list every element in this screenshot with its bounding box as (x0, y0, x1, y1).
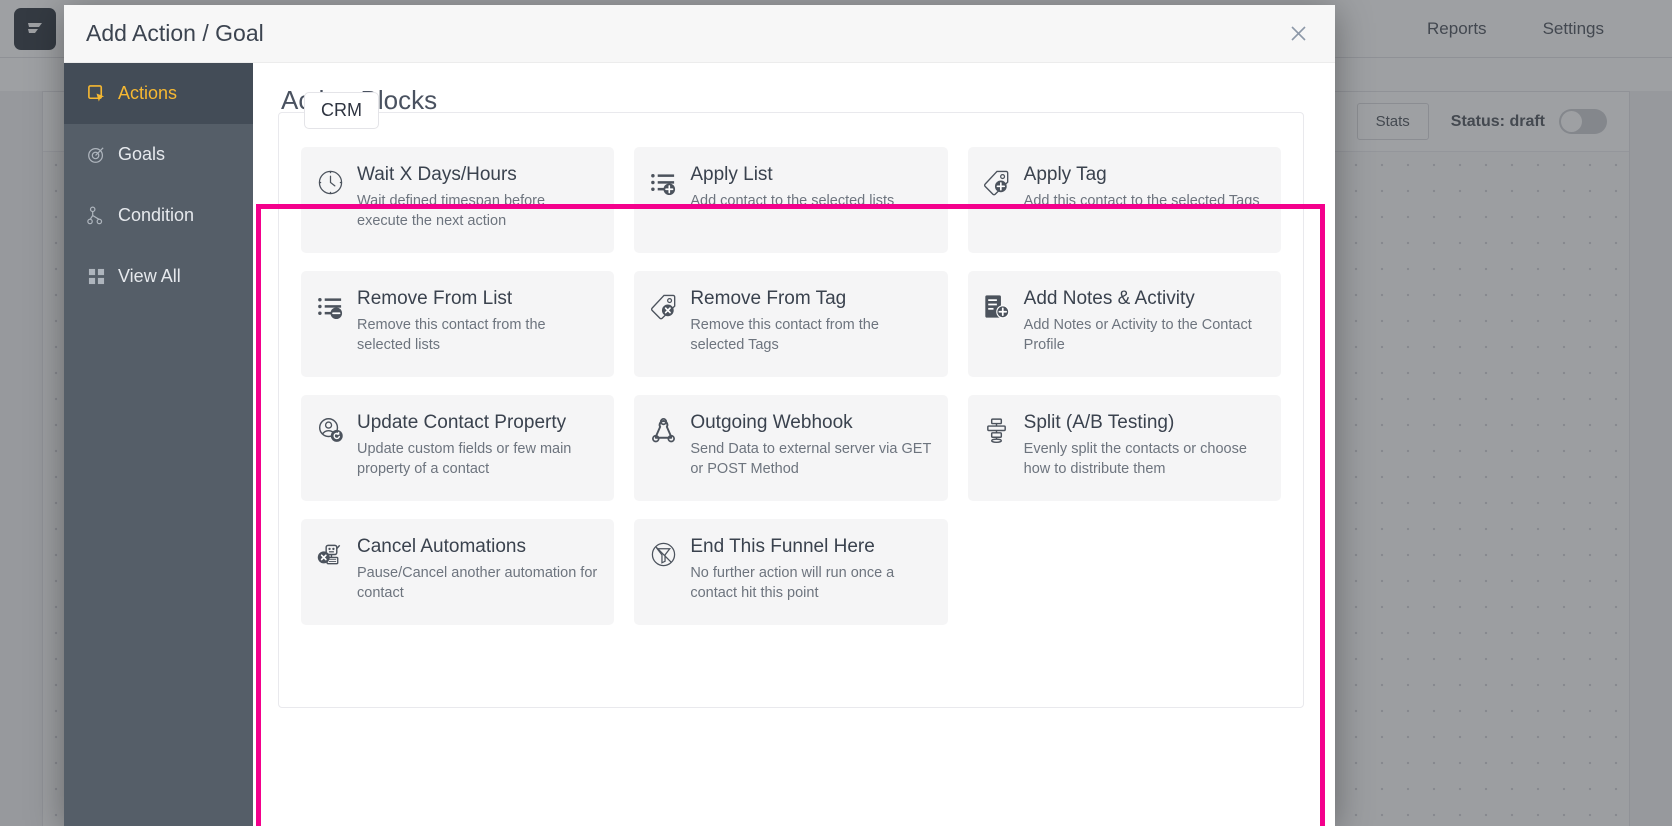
modal-title: Add Action / Goal (86, 20, 264, 46)
action-card-desc: Add Notes or Activity to the Contact Pro… (1023, 316, 1252, 354)
end-funnel-icon (648, 539, 678, 569)
action-card-remove-from-tag[interactable]: Remove From Tag Remove this contact from… (634, 271, 948, 377)
modal-body: Actions Goals Condition View All Blocks … (64, 63, 1335, 826)
sidebar-item-label: Actions (118, 83, 178, 103)
action-card-text: Add Notes & Activity Add Notes or Activi… (1024, 287, 1265, 361)
action-card-text: Apply List Add contact to the selected l… (690, 163, 894, 237)
action-card-text: Wait X Days/Hours Wait defined timespan … (357, 163, 598, 237)
action-card-desc: Add contact to the selected lists (690, 192, 895, 209)
tag-add-icon (982, 167, 1012, 197)
goal-target-icon (85, 144, 107, 166)
action-card-cancel-automations[interactable]: Cancel Automations Pause/Cancel another … (301, 519, 615, 625)
action-card-text: Outgoing Webhook Send Data to external s… (690, 411, 931, 485)
action-card-update-contact-property[interactable]: Update Contact Property Update custom fi… (301, 395, 615, 501)
tag-remove-icon (648, 291, 678, 321)
action-card-desc: Remove this contact from the selected Ta… (690, 316, 879, 354)
grid-view-icon (85, 266, 107, 288)
sidebar-item-label: Condition (118, 205, 195, 225)
action-card-text: Cancel Automations Pause/Cancel another … (357, 535, 598, 609)
close-icon[interactable] (1281, 17, 1315, 51)
action-card-title: Remove From Tag (690, 288, 847, 309)
action-card-desc: Pause/Cancel another automation for cont… (357, 564, 598, 602)
action-card-outgoing-webhook[interactable]: Outgoing Webhook Send Data to external s… (634, 395, 948, 501)
list-remove-icon (315, 291, 345, 321)
condition-branch-icon (85, 205, 107, 227)
action-card-remove-from-list[interactable]: Remove From List Remove this contact fro… (301, 271, 615, 377)
actions-icon (85, 83, 107, 105)
action-card-text: Remove From Tag Remove this contact from… (690, 287, 931, 361)
action-card-desc: Send Data to external server via GET or … (690, 440, 932, 478)
sidebar-item-label: Goals (118, 144, 166, 164)
action-card-desc: No further action will run once a contac… (690, 564, 895, 602)
modal-content: Action Blocks Actions blocks are tasks t… (253, 63, 1335, 826)
action-card-wait-x-days-hours[interactable]: Wait X Days/Hours Wait defined timespan … (301, 147, 615, 253)
action-card-end-this-funnel-here[interactable]: End This Funnel Here No further action w… (634, 519, 948, 625)
action-card-text: Split (A/B Testing) Evenly split the con… (1024, 411, 1265, 485)
sidebar-item-condition[interactable]: Condition (64, 185, 253, 246)
action-card-split-ab-testing[interactable]: Split (A/B Testing) Evenly split the con… (967, 395, 1281, 501)
action-card-desc: Evenly split the contacts or choose how … (1023, 440, 1247, 478)
add-action-goal-modal: Add Action / Goal Actions Goals Conditio… (64, 5, 1335, 826)
action-card-desc: Wait defined timespan before execute the… (357, 192, 546, 230)
action-card-apply-list[interactable]: Apply List Add contact to the selected l… (634, 147, 948, 253)
sidebar-item-actions[interactable]: Actions (64, 63, 253, 124)
list-add-icon (648, 167, 678, 197)
action-card-title: Split (A/B Testing) (1023, 412, 1175, 433)
action-card-text: Update Contact Property Update custom fi… (357, 411, 598, 485)
cancel-automation-icon (315, 539, 345, 569)
modal-header: Add Action / Goal (64, 5, 1335, 63)
sidebar-item-label: View All (118, 266, 181, 286)
action-card-desc: Update custom fields or few main propert… (357, 440, 572, 478)
action-card-text: Remove From List Remove this contact fro… (357, 287, 598, 361)
action-card-title: Wait X Days/Hours (357, 164, 517, 185)
action-card-grid: Wait X Days/Hours Wait defined timespan … (301, 147, 1281, 625)
webhook-icon (648, 415, 678, 445)
modal-sidebar: Actions Goals Condition View All (64, 63, 253, 826)
action-card-desc: Remove this contact from the selected li… (357, 316, 546, 354)
split-icon (982, 415, 1012, 445)
sidebar-item-view-all[interactable]: View All (64, 246, 253, 307)
action-card-title: Update Contact Property (357, 412, 567, 433)
group-label: CRM (304, 92, 379, 129)
sidebar-item-goals[interactable]: Goals (64, 124, 253, 185)
action-card-title: End This Funnel Here (690, 536, 875, 557)
crm-group-panel: CRM Wait X Days/Hours Wait defined times… (278, 92, 1304, 708)
action-card-title: Add Notes & Activity (1023, 288, 1195, 309)
action-card-title: Outgoing Webhook (690, 412, 853, 433)
note-add-icon (982, 291, 1012, 321)
contact-update-icon (315, 415, 345, 445)
action-card-title: Apply List (690, 164, 773, 185)
action-card-text: Apply Tag Add this contact to the select… (1024, 163, 1260, 237)
action-card-title: Apply Tag (1023, 164, 1107, 185)
action-card-apply-tag[interactable]: Apply Tag Add this contact to the select… (967, 147, 1281, 253)
action-card-title: Remove From List (357, 288, 513, 309)
action-card-text: End This Funnel Here No further action w… (690, 535, 931, 609)
action-card-add-notes-activity[interactable]: Add Notes & Activity Add Notes or Activi… (967, 271, 1281, 377)
action-card-title: Cancel Automations (357, 536, 526, 557)
action-card-desc: Add this contact to the selected Tags (1023, 192, 1260, 209)
clock-icon (315, 167, 345, 197)
action-card-placeholder (968, 519, 1281, 625)
